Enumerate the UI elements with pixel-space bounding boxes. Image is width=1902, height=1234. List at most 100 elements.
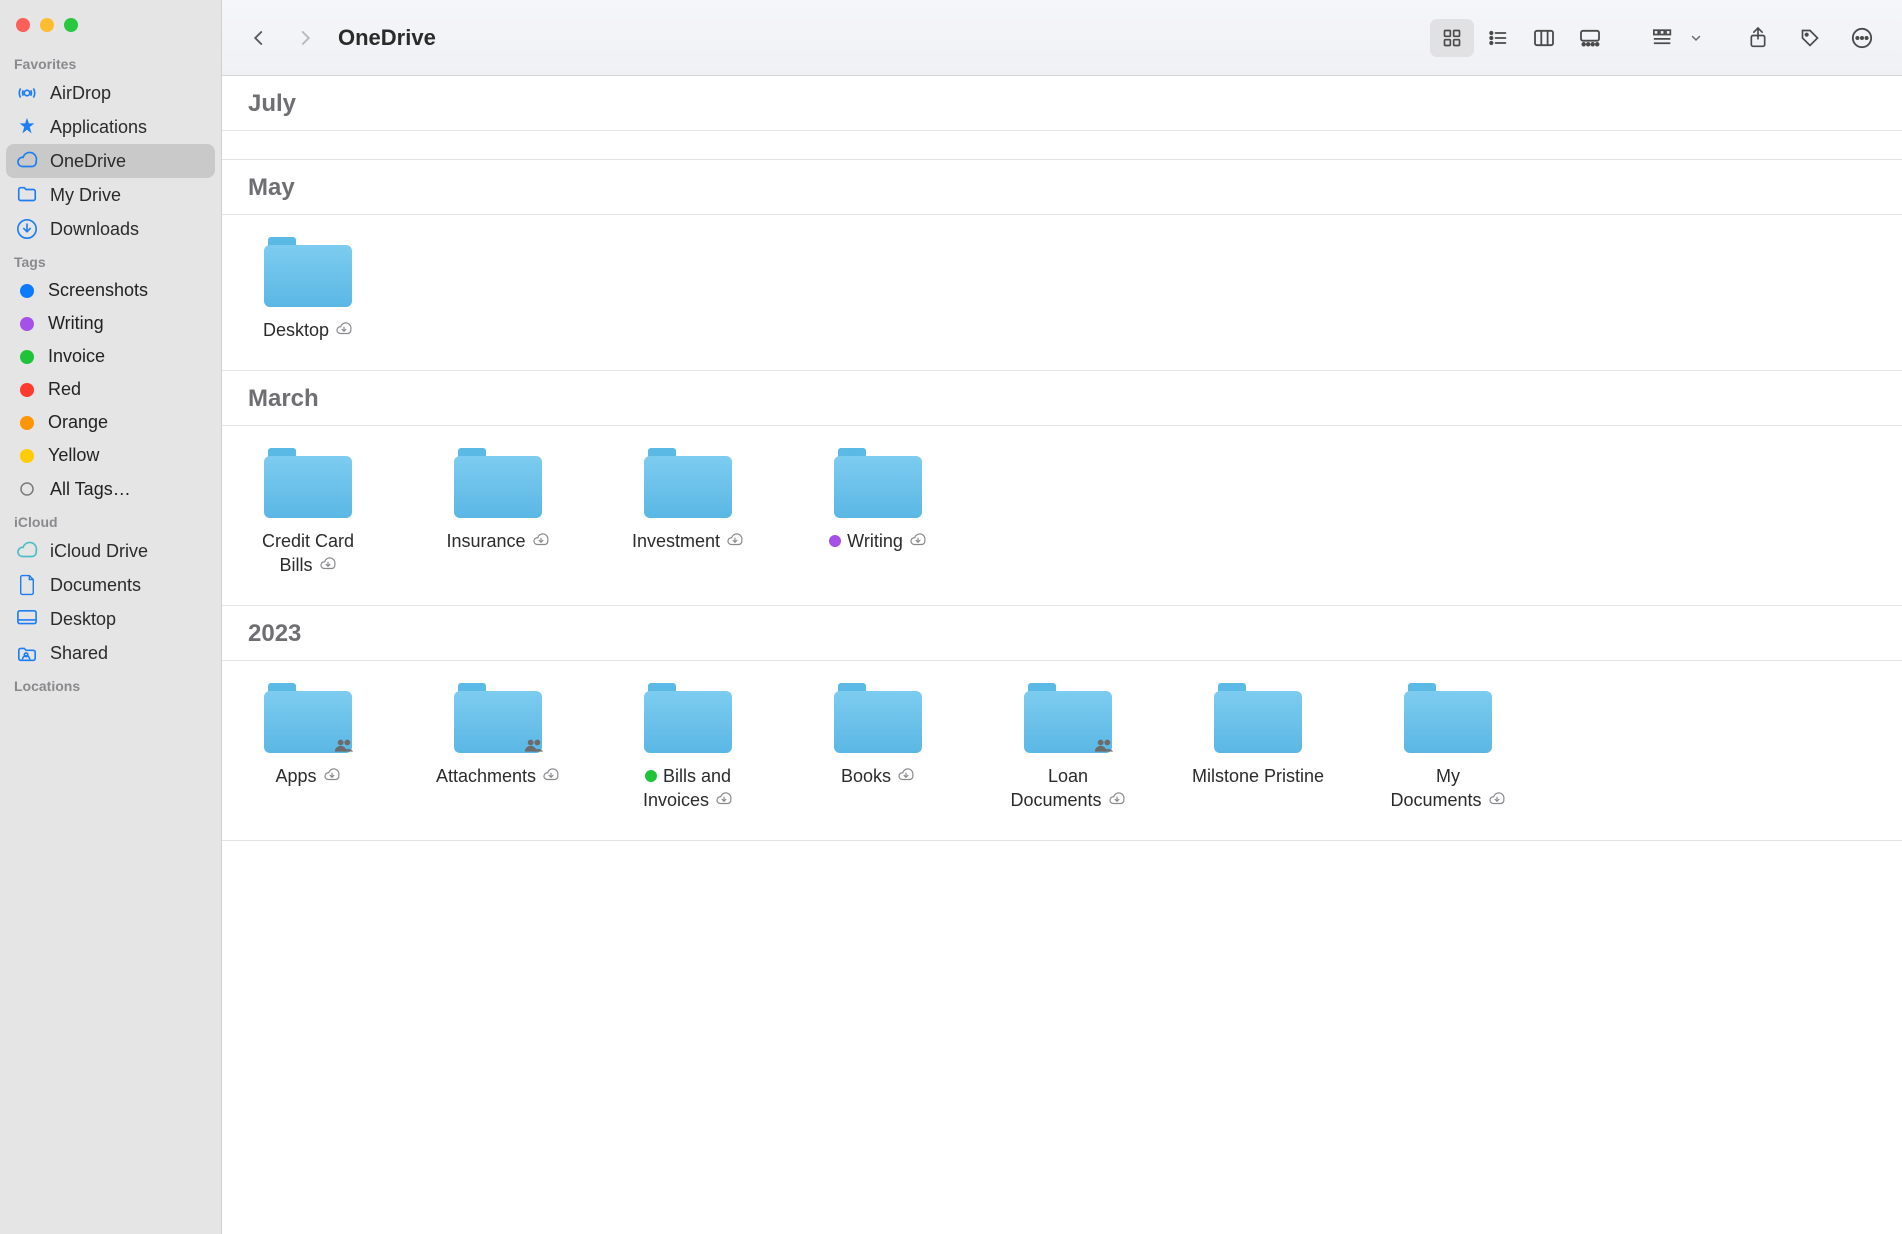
cloud-download-icon	[715, 789, 733, 812]
sidebar-item-iclouddrive[interactable]: iCloud Drive	[6, 534, 215, 568]
folder-icon	[1214, 683, 1302, 755]
folder-investment[interactable]: Investment	[628, 448, 748, 577]
sidebar-item-label: Orange	[48, 412, 108, 433]
cloud-download-icon	[726, 530, 744, 553]
tag-dot-icon	[20, 416, 34, 430]
folder-icon	[1024, 683, 1112, 755]
cloud-download-icon	[897, 765, 915, 788]
group-body-march: Credit CardBills Insurance Investment Wr…	[222, 426, 1902, 606]
group-header-march[interactable]: March	[222, 371, 1902, 426]
group-by-chevron-icon[interactable]	[1686, 19, 1706, 57]
minimize-window-button[interactable]	[40, 18, 54, 32]
group-by-button[interactable]	[1644, 19, 1688, 57]
shared-badge-icon	[334, 736, 354, 757]
sidebar-item-label: Documents	[50, 575, 141, 596]
content-area[interactable]: July May Desktop March Credit CardBills In…	[222, 76, 1902, 1234]
window-controls	[6, 8, 215, 48]
sidebar-item-label: Red	[48, 379, 81, 400]
folder-books[interactable]: Books	[818, 683, 938, 812]
view-list-button[interactable]	[1476, 19, 1520, 57]
folder-insurance[interactable]: Insurance	[438, 448, 558, 577]
folder-label: Invoices	[643, 789, 709, 812]
folder-icon	[454, 448, 542, 520]
cloud-outline-icon	[16, 540, 38, 562]
folder-mydocs[interactable]: MyDocuments	[1388, 683, 1508, 812]
shared-badge-icon	[524, 736, 544, 757]
folder-label: Attachments	[436, 765, 536, 788]
sidebar-tag-screenshots[interactable]: Screenshots	[6, 274, 215, 307]
folder-loan[interactable]: LoanDocuments	[1008, 683, 1128, 812]
folder-bills[interactable]: Bills andInvoices	[628, 683, 748, 812]
folder-icon	[834, 683, 922, 755]
folder-milstone[interactable]: Milstone Pristine	[1198, 683, 1318, 812]
sidebar-tag-writing[interactable]: Writing	[6, 307, 215, 340]
cloud-download-icon	[909, 530, 927, 553]
back-button[interactable]	[240, 19, 278, 57]
folder-label: Insurance	[446, 530, 525, 553]
folder-label: Apps	[275, 765, 316, 788]
folder-writing[interactable]: Writing	[818, 448, 938, 577]
folder-icon	[16, 184, 38, 206]
folder-icon	[1404, 683, 1492, 755]
tag-dot-icon	[645, 770, 657, 782]
sidebar-tag-orange[interactable]: Orange	[6, 406, 215, 439]
sidebar-section-favorites: Favorites	[6, 48, 215, 76]
sidebar-item-label: Applications	[50, 117, 147, 138]
forward-button[interactable]	[286, 19, 324, 57]
folder-label: Bills and	[663, 765, 731, 788]
folder-label: Bills	[279, 554, 312, 577]
group-header-y2023[interactable]: 2023	[222, 606, 1902, 661]
share-button[interactable]	[1736, 19, 1780, 57]
app-icon	[16, 116, 38, 138]
view-icons-button[interactable]	[1430, 19, 1474, 57]
sidebar-item-downloads[interactable]: Downloads	[6, 212, 215, 246]
cloud-icon	[16, 150, 38, 172]
sidebar-tag-yellow[interactable]: Yellow	[6, 439, 215, 472]
folder-label: My	[1436, 765, 1460, 788]
folder-icon	[644, 683, 732, 755]
sidebar-item-desktop[interactable]: Desktop	[6, 602, 215, 636]
view-gallery-button[interactable]	[1568, 19, 1612, 57]
more-button[interactable]	[1840, 19, 1884, 57]
sidebar-all-tags[interactable]: All Tags…	[6, 472, 215, 506]
sidebar-item-label: iCloud Drive	[50, 541, 148, 562]
sidebar-section-icloud: iCloud	[6, 506, 215, 534]
sidebar-item-label: Shared	[50, 643, 108, 664]
sidebar-item-label: Invoice	[48, 346, 105, 367]
sidebar-item-label: Writing	[48, 313, 104, 334]
tags-button[interactable]	[1788, 19, 1832, 57]
tag-dot-icon	[20, 284, 34, 298]
close-window-button[interactable]	[16, 18, 30, 32]
view-columns-button[interactable]	[1522, 19, 1566, 57]
sidebar-item-label: OneDrive	[50, 151, 126, 172]
folder-label: Writing	[847, 530, 903, 553]
sidebar-tag-invoice[interactable]: Invoice	[6, 340, 215, 373]
folder-label: Documents	[1390, 789, 1481, 812]
cloud-download-icon	[1108, 789, 1126, 812]
folder-label: Loan	[1048, 765, 1088, 788]
sidebar-item-onedrive[interactable]: OneDrive	[6, 144, 215, 178]
folder-label: Documents	[1010, 789, 1101, 812]
folder-attachments[interactable]: Attachments	[438, 683, 558, 812]
desktop-icon	[16, 608, 38, 630]
folder-apps[interactable]: Apps	[248, 683, 368, 812]
folder-icon	[644, 448, 732, 520]
folder-desktop[interactable]: Desktop	[248, 237, 368, 342]
group-header-may[interactable]: May	[222, 160, 1902, 215]
group-body-may: Desktop	[222, 215, 1902, 371]
sidebar-item-mydrive[interactable]: My Drive	[6, 178, 215, 212]
sidebar-item-label: Yellow	[48, 445, 99, 466]
sidebar-item-applications[interactable]: Applications	[6, 110, 215, 144]
folder-icon	[834, 448, 922, 520]
sidebar-item-shared[interactable]: Shared	[6, 636, 215, 670]
tag-dot-icon	[20, 383, 34, 397]
maximize-window-button[interactable]	[64, 18, 78, 32]
cloud-download-icon	[532, 530, 550, 553]
folder-ccbills[interactable]: Credit CardBills	[248, 448, 368, 577]
sidebar-item-airdrop[interactable]: AirDrop	[6, 76, 215, 110]
group-header-july[interactable]: July	[222, 76, 1902, 131]
cloud-download-icon	[319, 554, 337, 577]
sidebar-tag-red[interactable]: Red	[6, 373, 215, 406]
sidebar-item-documents[interactable]: Documents	[6, 568, 215, 602]
folder-icon	[264, 448, 352, 520]
